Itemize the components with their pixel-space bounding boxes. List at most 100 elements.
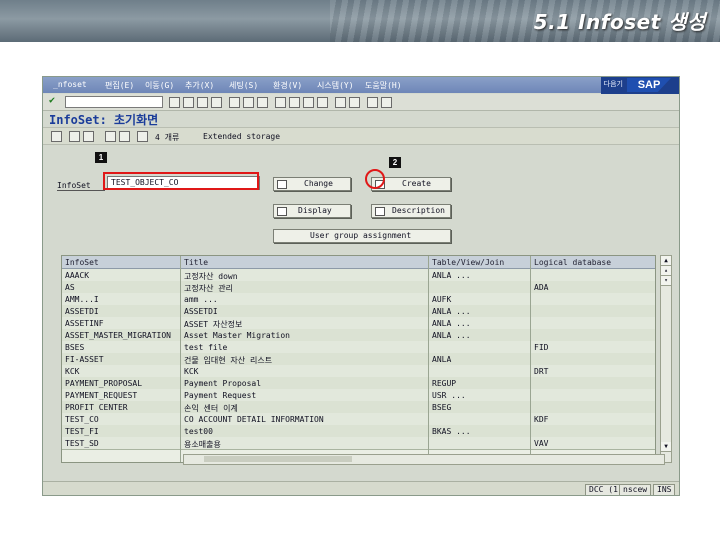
table-cell: ASSETDI [65,307,99,316]
table-cell: ANLA ... [432,319,471,328]
display-button-label: Display [298,206,332,215]
infoset-table: InfoSet Title Table/View/Join Logical da… [61,255,656,463]
layout-menu-icon[interactable] [381,97,392,108]
table-cell: TEST_FI [65,427,99,436]
generate-icon[interactable] [83,131,94,142]
table-cell: ASSETINF [65,319,104,328]
header-title[interactable]: Title [184,258,208,267]
help-icon[interactable] [367,97,378,108]
table-cell: ASSET_MASTER_MIGRATION [65,331,171,340]
column-separator [180,256,181,462]
column-separator [428,256,429,462]
delete-icon[interactable] [119,131,130,142]
highlight-infoset-input [103,172,259,190]
status-server: nscew [619,484,652,495]
save-icon[interactable] [169,97,180,108]
scroll-page-down-icon[interactable]: ▾ [661,276,671,286]
sap-logo-area: 다음기 SAP [601,77,679,95]
table-cell: AAACK [65,271,90,280]
table-cell: ANLA ... [432,331,471,340]
table-cell: PAYMENT_PROPOSAL [65,379,143,388]
menu-goto[interactable]: 이동(G) [145,80,174,91]
display-button[interactable]: Display [273,204,351,218]
table-cell: AS [65,283,75,292]
other-object-icon[interactable] [51,131,62,142]
copy-icon[interactable] [105,131,116,142]
description-button[interactable]: Description [371,204,451,218]
table-cell: USR ... [432,391,466,400]
enter-check-icon[interactable]: ✔ [49,95,55,106]
menu-infoset[interactable]: _nfoset [53,80,87,89]
back-icon[interactable] [183,97,194,108]
table-cell: PAYMENT_REQUEST [65,391,138,400]
new-session-icon[interactable] [335,97,346,108]
header-logical-database[interactable]: Logical database [534,258,611,267]
find-icon[interactable] [243,97,254,108]
next-page-icon[interactable] [303,97,314,108]
header-table-view-join[interactable]: Table/View/Join [432,258,504,267]
exit-icon[interactable] [197,97,208,108]
table-cell: test file [184,343,228,352]
table-cell: BSEG [432,403,452,412]
highlight-create-icon [365,169,385,189]
table-cell: Asset Master Migration [184,331,290,340]
scroll-page-up-icon[interactable]: ▴ [661,266,671,276]
application-toolbar: 4 개류 Extended storage [43,127,679,145]
change-button[interactable]: Change [273,177,351,191]
menu-extras[interactable]: 추가(X) [185,80,214,91]
table-cell: ANLA ... [432,271,471,280]
transport-icon[interactable] [137,131,148,142]
table-cell: ASSETDI [184,307,218,316]
command-field[interactable] [65,96,163,108]
step-marker-2: 2 [389,157,401,168]
screen-title: InfoSet: 초기화면 [49,113,159,127]
description-button-label: Description [392,206,445,215]
table-cell: Payment Proposal [184,379,262,388]
print-icon[interactable] [229,97,240,108]
check-icon[interactable] [69,131,80,142]
table-header: InfoSet Title Table/View/Join Logical da… [62,256,655,269]
standard-toolbar: ✔ [43,94,679,111]
horizontal-scroll-thumb[interactable] [204,456,352,462]
header-infoset[interactable]: InfoSet [65,258,99,267]
column-separator [530,256,531,462]
table-cell: ADA [534,283,549,292]
menu-system[interactable]: 시스템(Y) [317,80,354,91]
table-cell: KCK [184,367,199,376]
find-next-icon[interactable] [257,97,268,108]
change-button-label: Change [304,179,333,188]
table-cell: 용소매출용 [184,440,221,449]
step-marker-1: 1 [95,152,107,163]
table-cell: VAV [534,439,549,448]
menu-environment[interactable]: 환경(V) [273,80,302,91]
scroll-down-icon[interactable]: ▼ [661,442,671,452]
pencil-icon [277,180,287,189]
table-cell: TEST_SD [65,439,99,448]
scroll-up-icon[interactable]: ▲ [661,256,671,266]
sap-logo: SAP [627,78,671,92]
sap-window: _nfoset 편집(E) 이동(G) 추가(X) 세팅(S) 환경(V) 시스… [42,76,680,496]
help-label: 다음기 [603,80,623,88]
user-group-assignment-button[interactable]: User group assignment [273,229,451,243]
extended-storage-button[interactable]: Extended storage [203,132,280,141]
status-bar: DCC (1) nscew INS [43,481,679,495]
app-toolbar-item-1[interactable]: 4 개류 [155,132,179,143]
shortcut-icon[interactable] [349,97,360,108]
menu-edit[interactable]: 편집(E) [105,80,134,91]
table-cell: KDF [534,415,549,424]
table-cell: BSES [65,343,85,352]
table-cell: PROFIT CENTER [65,403,128,412]
sap-menu-bar: _nfoset 편집(E) 이동(G) 추가(X) 세팅(S) 환경(V) 시스… [43,77,679,93]
table-row[interactable]: TEST_SD 용소매출용 VAV [62,437,655,450]
menu-help[interactable]: 도움말(H) [365,80,402,91]
last-page-icon[interactable] [317,97,328,108]
menu-settings[interactable]: 세팅(S) [229,80,258,91]
vertical-scrollbar[interactable]: ▲ ▴ ▾ ▼ [660,255,672,463]
description-icon [375,207,385,216]
cancel-icon[interactable] [211,97,222,108]
first-page-icon[interactable] [275,97,286,108]
table-cell: AUFK [432,295,452,304]
table-cell: ANLA ... [432,307,471,316]
horizontal-scrollbar[interactable] [183,454,665,465]
previous-page-icon[interactable] [289,97,300,108]
